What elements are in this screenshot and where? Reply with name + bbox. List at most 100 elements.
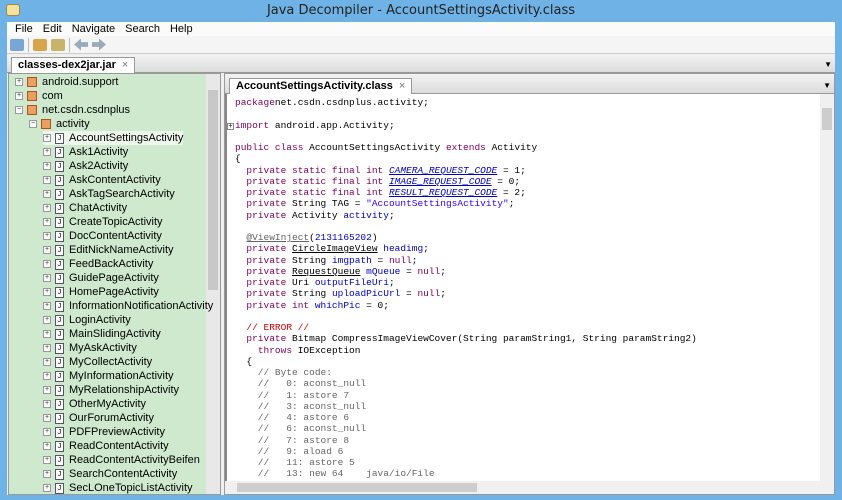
expand-icon[interactable]: + — [43, 358, 51, 366]
expand-icon[interactable]: + — [43, 456, 51, 464]
menu-file[interactable]: File — [10, 22, 38, 36]
tree-class-SecLOneTopicListActivity[interactable]: + J SecLOneTopicListActivity — [43, 481, 193, 494]
close-icon[interactable]: × — [122, 59, 128, 71]
code-token: IMAGE_REQUEST_CODE — [388, 175, 492, 187]
code-token: Activity — [485, 142, 538, 153]
expand-icon[interactable]: + — [43, 204, 51, 212]
open-type-icon[interactable] — [33, 38, 47, 51]
code-token: { — [235, 153, 241, 165]
expand-icon[interactable]: + — [43, 316, 51, 324]
open-icon[interactable] — [10, 38, 24, 51]
tree-class-FeedBackActivity[interactable]: + J FeedBackActivity — [43, 257, 153, 271]
expand-icon[interactable]: + — [43, 288, 51, 296]
tree-class-SearchContentActivity[interactable]: + J SearchContentActivity — [43, 467, 177, 481]
tree-class-GuidePageActivity[interactable]: + J GuidePageActivity — [43, 271, 159, 285]
tree-class-AskContentActivity[interactable]: + J AskContentActivity — [43, 173, 161, 187]
tree-class-MyInformationActivity[interactable]: + J MyInformationActivity — [43, 369, 174, 383]
tree-class-InformationNotificationActivity[interactable]: + J InformationNotificationActivity — [43, 299, 213, 313]
expand-icon[interactable]: + — [43, 484, 51, 492]
tree-class-OtherMyActivity[interactable]: + J OtherMyActivity — [43, 397, 146, 411]
expand-icon[interactable]: + — [43, 470, 51, 478]
expand-icon[interactable]: + — [43, 302, 51, 310]
expand-icon[interactable]: + — [43, 218, 51, 226]
tree-package[interactable]: + android.support — [15, 75, 118, 89]
expand-icon[interactable]: + — [43, 442, 51, 450]
tab-list-dropdown-icon[interactable]: ▼ — [824, 60, 832, 69]
expand-icon[interactable]: + — [43, 414, 51, 422]
tree-class-ReadContentActivity[interactable]: + J ReadContentActivity — [43, 439, 169, 453]
expand-icon[interactable]: + — [43, 400, 51, 408]
forward-icon[interactable] — [92, 38, 106, 51]
code-horizontal-scrollbar[interactable] — [225, 481, 834, 494]
back-icon[interactable] — [74, 38, 88, 51]
tree-class-LoginActivity[interactable]: + J LoginActivity — [43, 313, 131, 327]
tree-class-ChatActivity[interactable]: + J ChatActivity — [43, 201, 127, 215]
tree-class-AskTagSearchActivity[interactable]: + J AskTagSearchActivity — [43, 187, 175, 201]
expand-icon[interactable]: + — [43, 134, 51, 142]
expand-icon[interactable]: + — [43, 372, 51, 380]
java-class-icon: J — [55, 300, 64, 312]
expand-icon[interactable]: + — [43, 344, 51, 352]
java-class-icon: J — [55, 454, 64, 466]
tree-scrollbar[interactable] — [206, 74, 220, 494]
tab-list-dropdown-icon[interactable]: ▼ — [823, 81, 831, 90]
tree-class-OurForumActivity[interactable]: + J OurForumActivity — [43, 411, 154, 425]
java-class-icon: J — [55, 384, 64, 396]
expand-icon[interactable]: + — [15, 92, 23, 100]
tree-class-AccountSettingsActivity[interactable]: + J AccountSettingsActivity — [43, 131, 184, 145]
expand-imports-icon[interactable]: + — [227, 123, 234, 130]
tree-class-CreateTopicActivity[interactable]: + J CreateTopicActivity — [43, 215, 163, 229]
tree-class-DocContentActivity[interactable]: + J DocContentActivity — [43, 229, 162, 243]
code-token: = — [400, 265, 418, 277]
collapse-icon[interactable]: − — [29, 120, 37, 128]
tree-class-MyRelationshipActivity[interactable]: + J MyRelationshipActivity — [43, 383, 179, 397]
package-icon — [27, 105, 37, 115]
expand-icon[interactable]: + — [43, 274, 51, 282]
expand-icon[interactable]: + — [43, 330, 51, 338]
expand-icon[interactable]: + — [15, 78, 23, 86]
menu-navigate[interactable]: Navigate — [67, 22, 120, 36]
tree-class-MainSlidingActivity[interactable]: + J MainSlidingActivity — [43, 327, 161, 341]
menu-help[interactable]: Help — [165, 22, 198, 36]
expand-icon[interactable]: + — [43, 428, 51, 436]
tab-account-settings-class[interactable]: AccountSettingsActivity.class × — [229, 78, 413, 94]
code-token: "AccountSettingsActivity" — [366, 198, 509, 210]
expand-icon[interactable]: + — [43, 190, 51, 198]
tab-classes-jar[interactable]: classes-dex2jar.jar × — [11, 57, 136, 73]
tab-label: classes-dex2jar.jar — [18, 59, 116, 71]
expand-icon[interactable]: + — [43, 148, 51, 156]
tree-class-Ask2Activity[interactable]: + J Ask2Activity — [43, 159, 128, 173]
code-view[interactable]: + packagenet.csdn.csdnplus.activity; impo… — [225, 94, 834, 481]
code-line: private RequestQueue mQueue = null; — [235, 266, 446, 277]
search-icon[interactable] — [51, 38, 65, 51]
code-token: ; — [508, 198, 515, 210]
scrollbar-thumb[interactable] — [822, 108, 832, 130]
tree-package[interactable]: − activity — [29, 117, 90, 131]
expand-icon[interactable]: + — [43, 386, 51, 394]
code-line: @ViewInject(2131165202) — [235, 232, 377, 243]
tree-class-EditNickNameActivity[interactable]: + J EditNickNameActivity — [43, 243, 174, 257]
scrollbar-thumb[interactable] — [208, 90, 218, 290]
tree-package[interactable]: − net.csdn.csdnplus — [15, 103, 130, 117]
tree-class-Ask1Activity[interactable]: + J Ask1Activity — [43, 145, 128, 159]
expand-icon[interactable]: + — [43, 260, 51, 268]
code-line: private static final int RESULT_REQUEST_… — [235, 187, 525, 198]
collapse-icon[interactable]: − — [15, 106, 23, 114]
scrollbar-thumb[interactable] — [237, 483, 477, 492]
tree-package[interactable]: + com — [15, 89, 63, 103]
menu-edit[interactable]: Edit — [38, 22, 67, 36]
code-line: // 1: astore 7 — [235, 390, 349, 401]
tree-class-MyCollectActivity[interactable]: + J MyCollectActivity — [43, 355, 152, 369]
tree-class-ReadContentActivityBeifen[interactable]: + J ReadContentActivityBeifen — [43, 453, 200, 467]
close-icon[interactable]: × — [399, 80, 405, 92]
tree-class-HomePageActivity[interactable]: + J HomePageActivity — [43, 285, 159, 299]
code-token: = — [371, 254, 389, 266]
tree-class-MyAskActivity[interactable]: + J MyAskActivity — [43, 341, 137, 355]
code-vertical-scrollbar[interactable] — [820, 94, 834, 481]
tree-class-PDFPreviewActivity[interactable]: + J PDFPreviewActivity — [43, 425, 165, 439]
expand-icon[interactable]: + — [43, 176, 51, 184]
menu-search[interactable]: Search — [120, 22, 165, 36]
expand-icon[interactable]: + — [43, 232, 51, 240]
expand-icon[interactable]: + — [43, 246, 51, 254]
expand-icon[interactable]: + — [43, 162, 51, 170]
